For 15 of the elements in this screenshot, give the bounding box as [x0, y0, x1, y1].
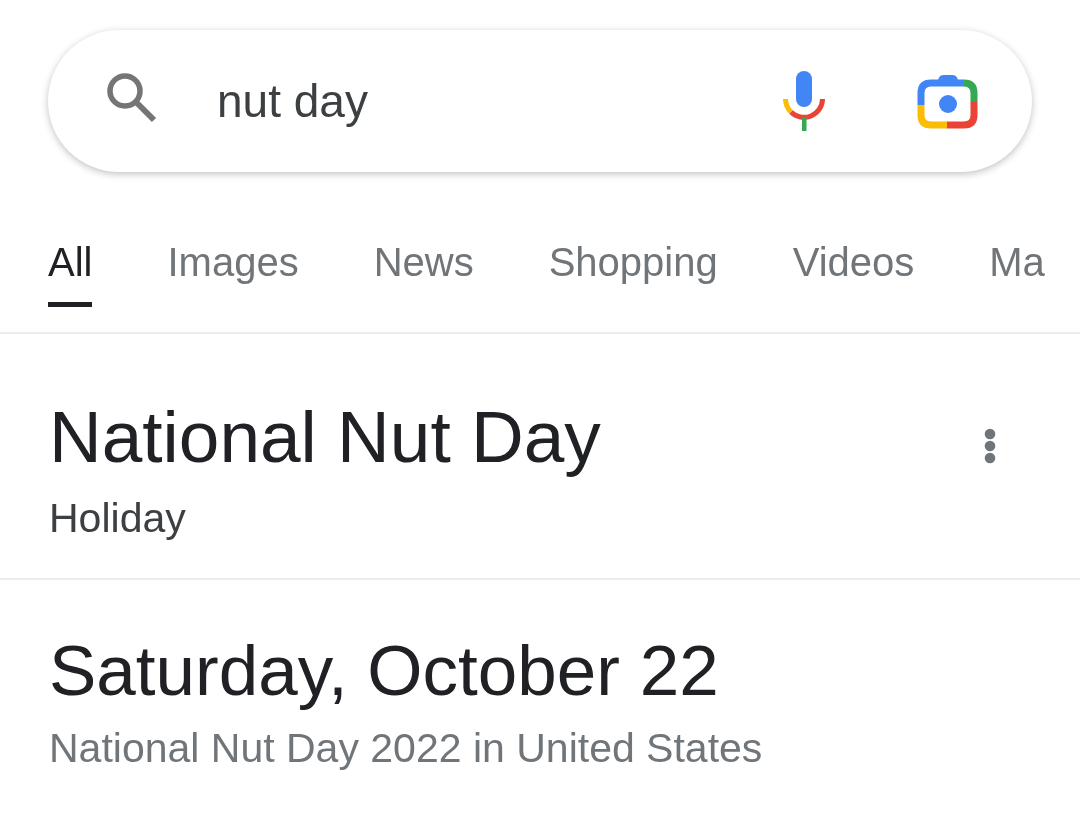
- date-caption: National Nut Day 2022 in United States: [49, 724, 763, 772]
- search-icon: [105, 71, 157, 123]
- tab[interactable]: Videos: [792, 172, 915, 307]
- tab[interactable]: Ma: [989, 172, 1045, 307]
- date-heading: Saturday, October 22: [49, 630, 719, 712]
- microphone-icon[interactable]: [782, 71, 826, 131]
- tab[interactable]: News: [373, 172, 474, 307]
- panel-subtitle: Holiday: [49, 494, 186, 542]
- search-input[interactable]: nut day: [217, 71, 742, 131]
- camera-icon[interactable]: [917, 73, 978, 129]
- panel-title: National Nut Day: [49, 395, 601, 479]
- tab[interactable]: Images: [167, 172, 299, 307]
- more-options-icon[interactable]: [984, 428, 996, 464]
- tab[interactable]: All: [48, 172, 93, 307]
- tab[interactable]: Shopping: [548, 172, 718, 307]
